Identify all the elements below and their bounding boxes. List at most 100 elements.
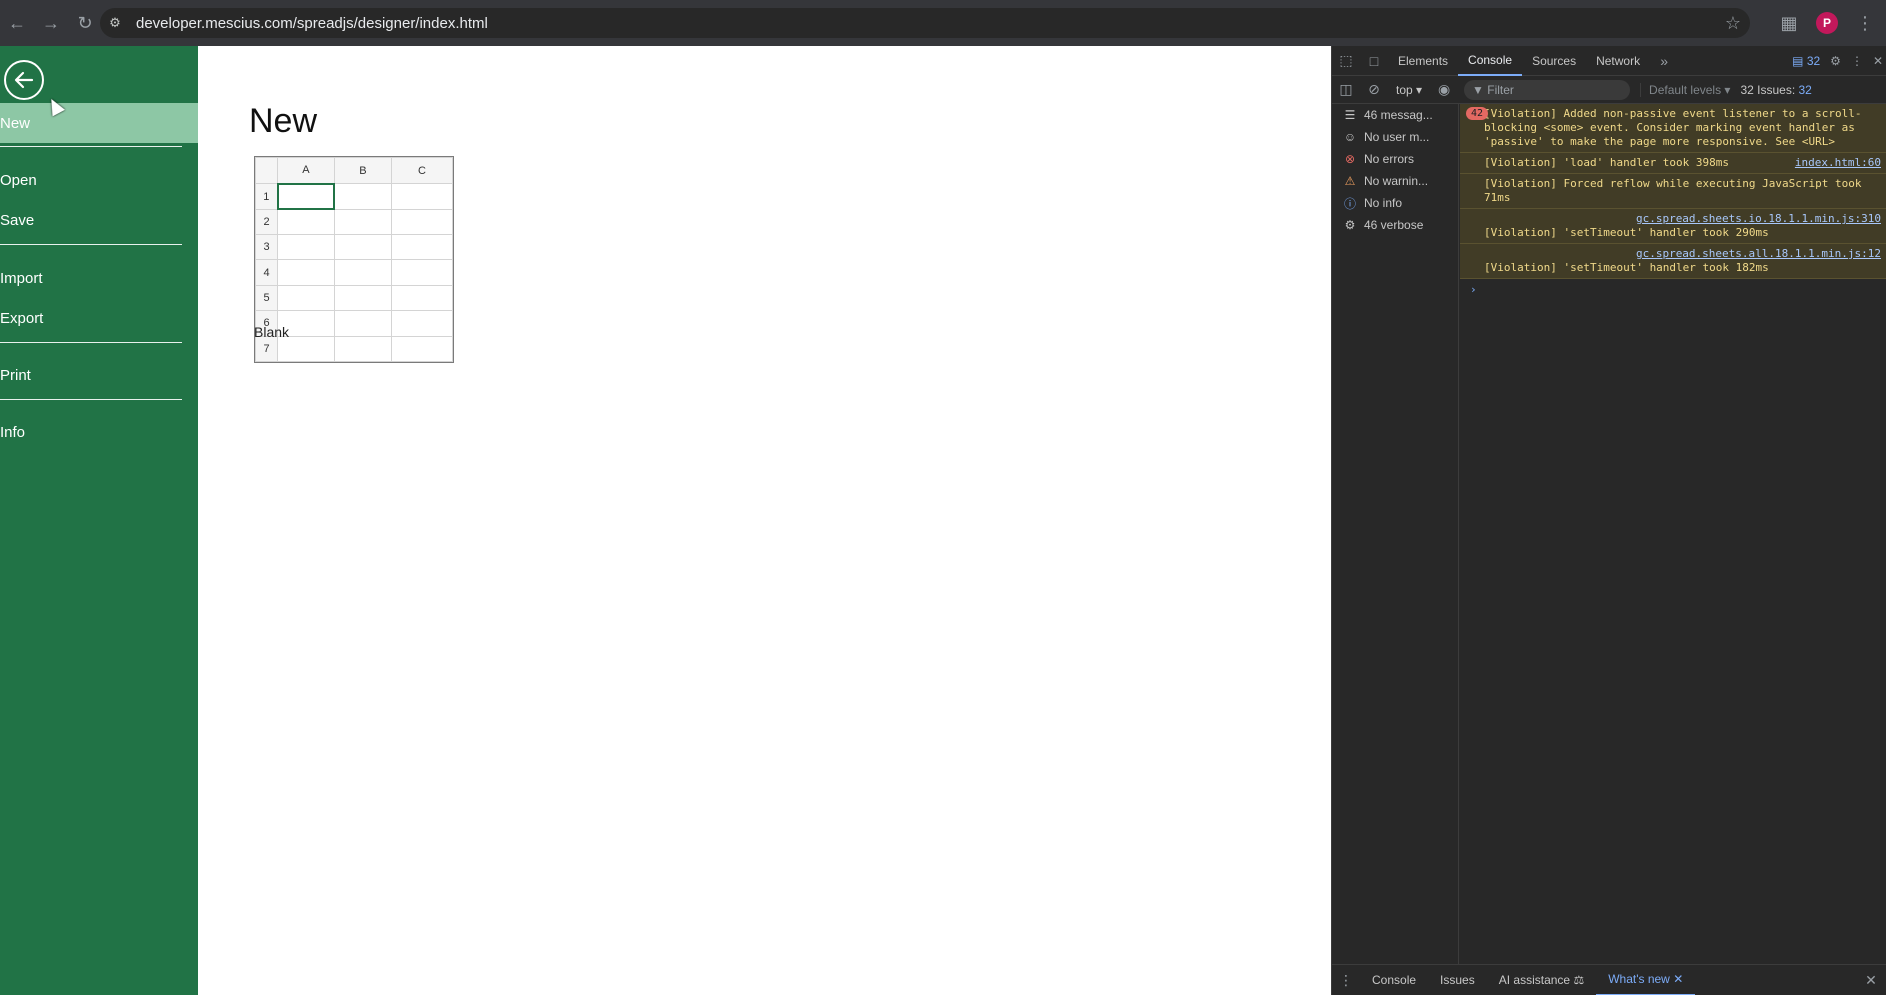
row-header: 1 [255, 183, 278, 210]
menu-item-export[interactable]: Export [0, 298, 198, 338]
menu-divider [0, 146, 182, 147]
issues-badge[interactable]: ▤ 32 [1792, 54, 1820, 68]
corner-cell [255, 156, 278, 185]
menu-item-print[interactable]: Print [0, 355, 198, 395]
tab-elements[interactable]: Elements [1388, 46, 1458, 76]
drawer-tab-issues[interactable]: Issues [1428, 965, 1487, 995]
menu-divider [0, 244, 182, 245]
tab-sources[interactable]: Sources [1522, 46, 1586, 76]
grid-cell [390, 234, 454, 261]
file-menu-sidebar: New Open Save Import Export Print Info [0, 46, 198, 995]
template-label: Blank [254, 324, 290, 340]
extensions-icon[interactable]: ▦ [1772, 6, 1806, 40]
more-tabs-icon[interactable]: » [1650, 46, 1678, 76]
url-text: developer.mescius.com/spreadjs/designer/… [136, 14, 488, 32]
log-levels-select[interactable]: Default levels ▾ [1640, 82, 1730, 97]
column-header: A [277, 156, 335, 185]
grid-cell [276, 182, 336, 211]
grid-cell [390, 208, 454, 236]
designer-page: New Open Save Import Export Print Info N… [0, 46, 1331, 995]
grid-cell [277, 259, 335, 286]
grid-cell [333, 259, 392, 286]
live-expression-eye-icon[interactable]: ◉ [1430, 75, 1458, 105]
console-filter-input[interactable]: ▼ Filter [1464, 79, 1631, 100]
back-nav-icon[interactable]: ← [0, 6, 34, 40]
menu-divider [0, 399, 182, 400]
menu-item-new[interactable]: New [0, 103, 198, 143]
row-header: 5 [255, 284, 278, 312]
devtools-tabbar: ⬚ □ Elements Console Sources Network » ▤… [1332, 46, 1886, 76]
menu-item-open[interactable]: Open [0, 160, 198, 200]
menu-item-info[interactable]: Info [0, 412, 198, 452]
devtools-drawer: ⋮ Console Issues AI assistance ⚖ What's … [1332, 964, 1886, 995]
grid-cell [277, 234, 335, 261]
console-filterbar: ◫ ⊘ top ▾ ◉ ▼ Filter Default levels ▾ 32… [1332, 76, 1886, 104]
grid-cell [333, 208, 392, 236]
sidebar-item-user-messages[interactable]: ☺ No user m... [1332, 126, 1458, 148]
console-sidebar: ☰ 46 messag... ☺ No user m... ⊗ No errors ⚠… [1332, 104, 1459, 964]
source-link[interactable]: index.html:60 [1795, 156, 1881, 170]
forward-nav-icon[interactable]: → [34, 6, 68, 40]
page-title: New [249, 102, 318, 140]
sidebar-item-warnings[interactable]: ⚠ No warnin... [1332, 170, 1458, 192]
console-message[interactable]: gc.spread.sheets.io.18.1.1.min.js:310 [V… [1460, 209, 1886, 244]
menu-item-save[interactable]: Save [0, 200, 198, 240]
user-icon: ☺ [1343, 130, 1357, 144]
sidebar-item-info[interactable]: ⓘ No info [1332, 192, 1458, 214]
context-select[interactable]: top ▾ [1388, 83, 1430, 97]
close-devtools-icon[interactable]: ✕ [1873, 54, 1883, 68]
close-tab-icon[interactable]: ✕ [1673, 972, 1683, 986]
source-link[interactable]: gc.spread.sheets.io.18.1.1.min.js:310 [1636, 212, 1881, 226]
devtools-menu-icon[interactable]: ⋮ [1851, 54, 1863, 68]
grid-cell [390, 335, 454, 363]
column-header: C [390, 156, 454, 185]
tab-network[interactable]: Network [1586, 46, 1650, 76]
flask-icon: ⚖ [1573, 973, 1585, 987]
close-drawer-icon[interactable]: ✕ [1857, 965, 1885, 995]
grid-cell [277, 208, 335, 236]
browser-toolbar: ← → ↻ ⚙ developer.mescius.com/spreadjs/d… [0, 0, 1886, 46]
error-icon: ⊗ [1344, 152, 1356, 166]
issues-counter[interactable]: 32 Issues: 32 [1740, 83, 1811, 97]
device-toggle-icon[interactable]: □ [1360, 46, 1388, 76]
console-message[interactable]: 42 [Violation] Added non-passive event l… [1460, 104, 1886, 153]
sidebar-item-verbose[interactable]: ⚙ 46 verbose [1332, 214, 1458, 236]
drawer-tab-ai-assistance[interactable]: AI assistance ⚖ [1487, 965, 1596, 995]
bookmark-star-icon[interactable]: ☆ [1716, 6, 1750, 40]
grid-cell [277, 284, 335, 312]
clear-console-icon[interactable]: ⊘ [1360, 75, 1388, 105]
browser-menu-icon[interactable]: ⋮ [1848, 6, 1882, 40]
warning-icon: ⚠ [1344, 174, 1356, 188]
inspect-element-icon[interactable]: ⬚ [1332, 46, 1360, 76]
tab-console[interactable]: Console [1458, 46, 1523, 76]
browser-window: ← → ↻ ⚙ developer.mescius.com/spreadjs/d… [0, 0, 1886, 995]
grid-cell [333, 284, 392, 312]
console-message[interactable]: [Violation] 'load' handler took 398ms in… [1460, 153, 1886, 174]
sidebar-item-messages[interactable]: ☰ 46 messag... [1332, 104, 1458, 126]
console-message[interactable]: gc.spread.sheets.all.18.1.1.min.js:12 [V… [1460, 244, 1886, 279]
drawer-menu-icon[interactable]: ⋮ [1332, 965, 1360, 995]
row-header: 3 [255, 234, 278, 261]
console-prompt[interactable]: › [1460, 279, 1886, 300]
reload-icon[interactable]: ↻ [68, 6, 102, 40]
message-count-badge: 42 [1466, 107, 1489, 120]
source-link[interactable]: gc.spread.sheets.all.18.1.1.min.js:12 [1636, 247, 1881, 261]
profile-avatar[interactable]: P [1816, 12, 1838, 34]
grid-cell [390, 284, 454, 312]
grid-cell [390, 259, 454, 286]
grid-cell [333, 335, 392, 363]
sidebar-toggle-icon[interactable]: ◫ [1332, 75, 1360, 105]
back-arrow-icon[interactable] [4, 60, 44, 100]
drawer-tab-console[interactable]: Console [1360, 965, 1428, 995]
grid-cell [333, 234, 392, 261]
settings-gear-icon[interactable]: ⚙ [1830, 54, 1841, 68]
site-info-icon[interactable]: ⚙ [100, 8, 130, 38]
row-header: 4 [255, 259, 278, 286]
address-bar[interactable]: ⚙ developer.mescius.com/spreadjs/designe… [100, 8, 1750, 38]
console-message[interactable]: [Violation] Forced reflow while executin… [1460, 174, 1886, 209]
drawer-tab-whats-new[interactable]: What's new ✕ [1596, 965, 1696, 995]
sidebar-item-errors[interactable]: ⊗ No errors [1332, 148, 1458, 170]
column-header: B [333, 156, 392, 185]
bug-icon: ⚙ [1344, 218, 1356, 232]
menu-item-import[interactable]: Import [0, 258, 198, 298]
